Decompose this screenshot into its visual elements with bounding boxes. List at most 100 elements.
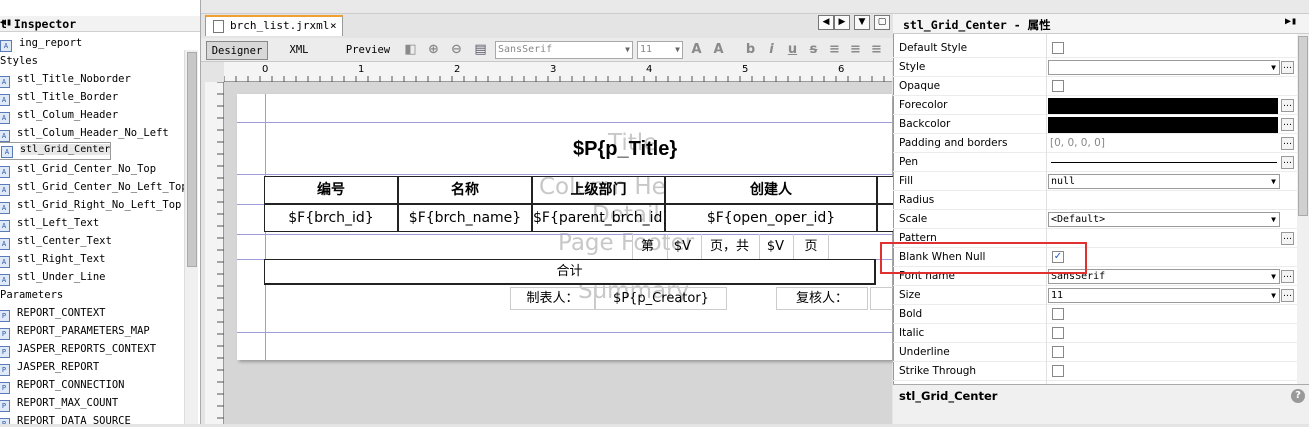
tree-item[interactable]: Astl_Grid_Center: [0, 142, 112, 160]
scroll-thumb[interactable]: [187, 52, 197, 267]
property-row[interactable]: Backcolor…: [893, 115, 1297, 134]
property-select[interactable]: <Default> ▼: [1048, 212, 1280, 227]
minimize-panel-icon[interactable]: ▶▮: [1285, 16, 1297, 27]
tree-item[interactable]: Astl_Colum_Header_No_Left: [0, 124, 169, 142]
help-icon[interactable]: ?: [1291, 389, 1305, 403]
tree-item[interactable]: P REPORT_MAX_COUNT: [0, 394, 118, 412]
properties-scrollbar[interactable]: [1297, 34, 1309, 384]
minimize-panel-icon[interactable]: ◀▮: [0, 17, 191, 28]
maximize-icon[interactable]: ▢: [874, 15, 890, 30]
property-row[interactable]: Scale <Default> ▼: [893, 210, 1297, 229]
property-row[interactable]: Opaque: [893, 77, 1297, 96]
align-left-icon[interactable]: ≡: [827, 42, 842, 57]
edit-dots-button[interactable]: …: [1281, 156, 1294, 169]
page-footer-text[interactable]: 页: [793, 234, 829, 259]
tree-item[interactable]: Aing_report: [0, 34, 82, 52]
page-footer-text[interactable]: 页，共: [701, 234, 757, 259]
column-header[interactable]: 上级部门: [532, 176, 665, 204]
pen-line-preview[interactable]: [1051, 162, 1277, 163]
column-header[interactable]: 编号: [264, 176, 398, 204]
property-row[interactable]: Pen…: [893, 153, 1297, 172]
property-row[interactable]: Radius: [893, 191, 1297, 210]
detail-field[interactable]: $F{parent_brch_id}: [532, 204, 671, 232]
tree-item[interactable]: Astl_Right_Text: [0, 250, 106, 268]
tree-item[interactable]: Astl_Colum_Header: [0, 106, 118, 124]
zoom-out-icon[interactable]: ⊖: [449, 42, 464, 57]
font-icon[interactable]: ▤: [473, 42, 488, 57]
property-row[interactable]: Underline: [893, 343, 1297, 362]
column-header[interactable]: 名称: [398, 176, 532, 204]
color-swatch[interactable]: [1048, 117, 1278, 133]
property-select[interactable]: ▼: [1048, 60, 1280, 75]
tree-item[interactable]: P REPORT_DATA_SOURCE: [0, 412, 131, 424]
font-size-combo[interactable]: 11 ▼: [637, 41, 683, 59]
tree-item[interactable]: Astl_Left_Text: [0, 214, 99, 232]
property-row[interactable]: Style ▼…: [893, 58, 1297, 77]
property-value[interactable]: [0, 0, 0, 0]: [1050, 134, 1105, 153]
tree-item[interactable]: P JASPER_REPORTS_CONTEXT: [0, 340, 156, 358]
property-select[interactable]: null ▼: [1048, 174, 1280, 189]
tree-item[interactable]: Parameters: [0, 286, 63, 304]
tree-item[interactable]: Astl_Title_Border: [0, 88, 118, 106]
inspector-scrollbar[interactable]: [184, 50, 198, 424]
font-name-combo[interactable]: SansSerif ▼: [495, 41, 633, 59]
page-total-variable[interactable]: $V: [759, 234, 791, 259]
edit-dots-button[interactable]: …: [1281, 289, 1294, 302]
xml-view-button[interactable]: XML: [279, 41, 319, 60]
increase-font-icon[interactable]: A: [689, 42, 704, 57]
zoom-fit-icon[interactable]: ◧: [403, 42, 418, 57]
checkbox[interactable]: [1052, 80, 1064, 92]
page-number-variable[interactable]: $V: [667, 234, 697, 259]
tree-item[interactable]: Styles: [0, 52, 38, 70]
edit-dots-button[interactable]: …: [1281, 118, 1294, 131]
align-right-icon[interactable]: ≡: [869, 42, 884, 57]
tree-item[interactable]: Astl_Title_Noborder: [0, 70, 131, 88]
edit-dots-button[interactable]: …: [1281, 61, 1294, 74]
property-row[interactable]: Bold: [893, 305, 1297, 324]
report-page[interactable]: Title Column Header Detail Page Footer S…: [237, 94, 900, 360]
designer-view-button[interactable]: Designer: [206, 41, 268, 60]
property-row[interactable]: Padding and borders [0, 0, 0, 0]…: [893, 134, 1297, 153]
property-row[interactable]: Italic: [893, 324, 1297, 343]
scroll-left-icon[interactable]: ◀: [818, 15, 834, 30]
edit-dots-button[interactable]: …: [1281, 137, 1294, 150]
detail-field[interactable]: $F{brch_name}: [398, 204, 532, 232]
checkbox[interactable]: [1052, 42, 1064, 54]
checkbox[interactable]: [1052, 327, 1064, 339]
property-row[interactable]: Forecolor…: [893, 96, 1297, 115]
tree-item[interactable]: P JASPER_REPORT: [0, 358, 99, 376]
tree-item[interactable]: Astl_Grid_Center_No_Top: [0, 160, 156, 178]
edit-dots-button[interactable]: …: [1281, 270, 1294, 283]
tree-item[interactable]: Astl_Center_Text: [0, 232, 112, 250]
summary-label[interactable]: 合计: [264, 259, 876, 285]
tree-item[interactable]: Astl_Grid_Right_No_Left_Top: [0, 196, 181, 214]
tab-list-icon[interactable]: ▼: [854, 15, 870, 30]
decrease-font-icon[interactable]: A: [711, 42, 726, 57]
property-row[interactable]: Strike Through: [893, 362, 1297, 381]
close-tab-icon[interactable]: ×: [330, 19, 337, 32]
property-row[interactable]: Default Style: [893, 39, 1297, 58]
checkbox[interactable]: [1052, 308, 1064, 320]
italic-icon[interactable]: i: [764, 42, 779, 57]
edit-dots-button[interactable]: …: [1281, 99, 1294, 112]
creator-field[interactable]: $P{p_Creator}: [595, 287, 727, 310]
tree-item[interactable]: P REPORT_PARAMETERS_MAP: [0, 322, 150, 340]
color-swatch[interactable]: [1048, 98, 1278, 114]
checkbox[interactable]: [1052, 365, 1064, 377]
column-header[interactable]: 创建人: [665, 176, 877, 204]
creator-label[interactable]: 制表人：: [510, 287, 595, 310]
property-row[interactable]: Fill null ▼: [893, 172, 1297, 191]
align-center-icon[interactable]: ≡: [848, 42, 863, 57]
property-row[interactable]: Size 11 ▼…: [893, 286, 1297, 305]
tree-item[interactable]: P REPORT_CONNECTION: [0, 376, 124, 394]
detail-field[interactable]: $F{brch_id}: [264, 204, 398, 232]
tree-item[interactable]: P REPORT_CONTEXT: [0, 304, 106, 322]
preview-view-button[interactable]: Preview: [339, 41, 397, 60]
checkbox[interactable]: [1052, 346, 1064, 358]
strikethrough-icon[interactable]: s: [806, 42, 821, 57]
column-divider[interactable]: [1046, 34, 1047, 384]
tree-item[interactable]: Astl_Grid_Center_No_Left_Top: [0, 178, 188, 196]
detail-field[interactable]: $F{open_oper_id}: [665, 204, 877, 232]
tab-brch-list[interactable]: brch_list.jrxml ×: [205, 15, 343, 36]
reviewer-label[interactable]: 复核人：: [776, 287, 868, 310]
